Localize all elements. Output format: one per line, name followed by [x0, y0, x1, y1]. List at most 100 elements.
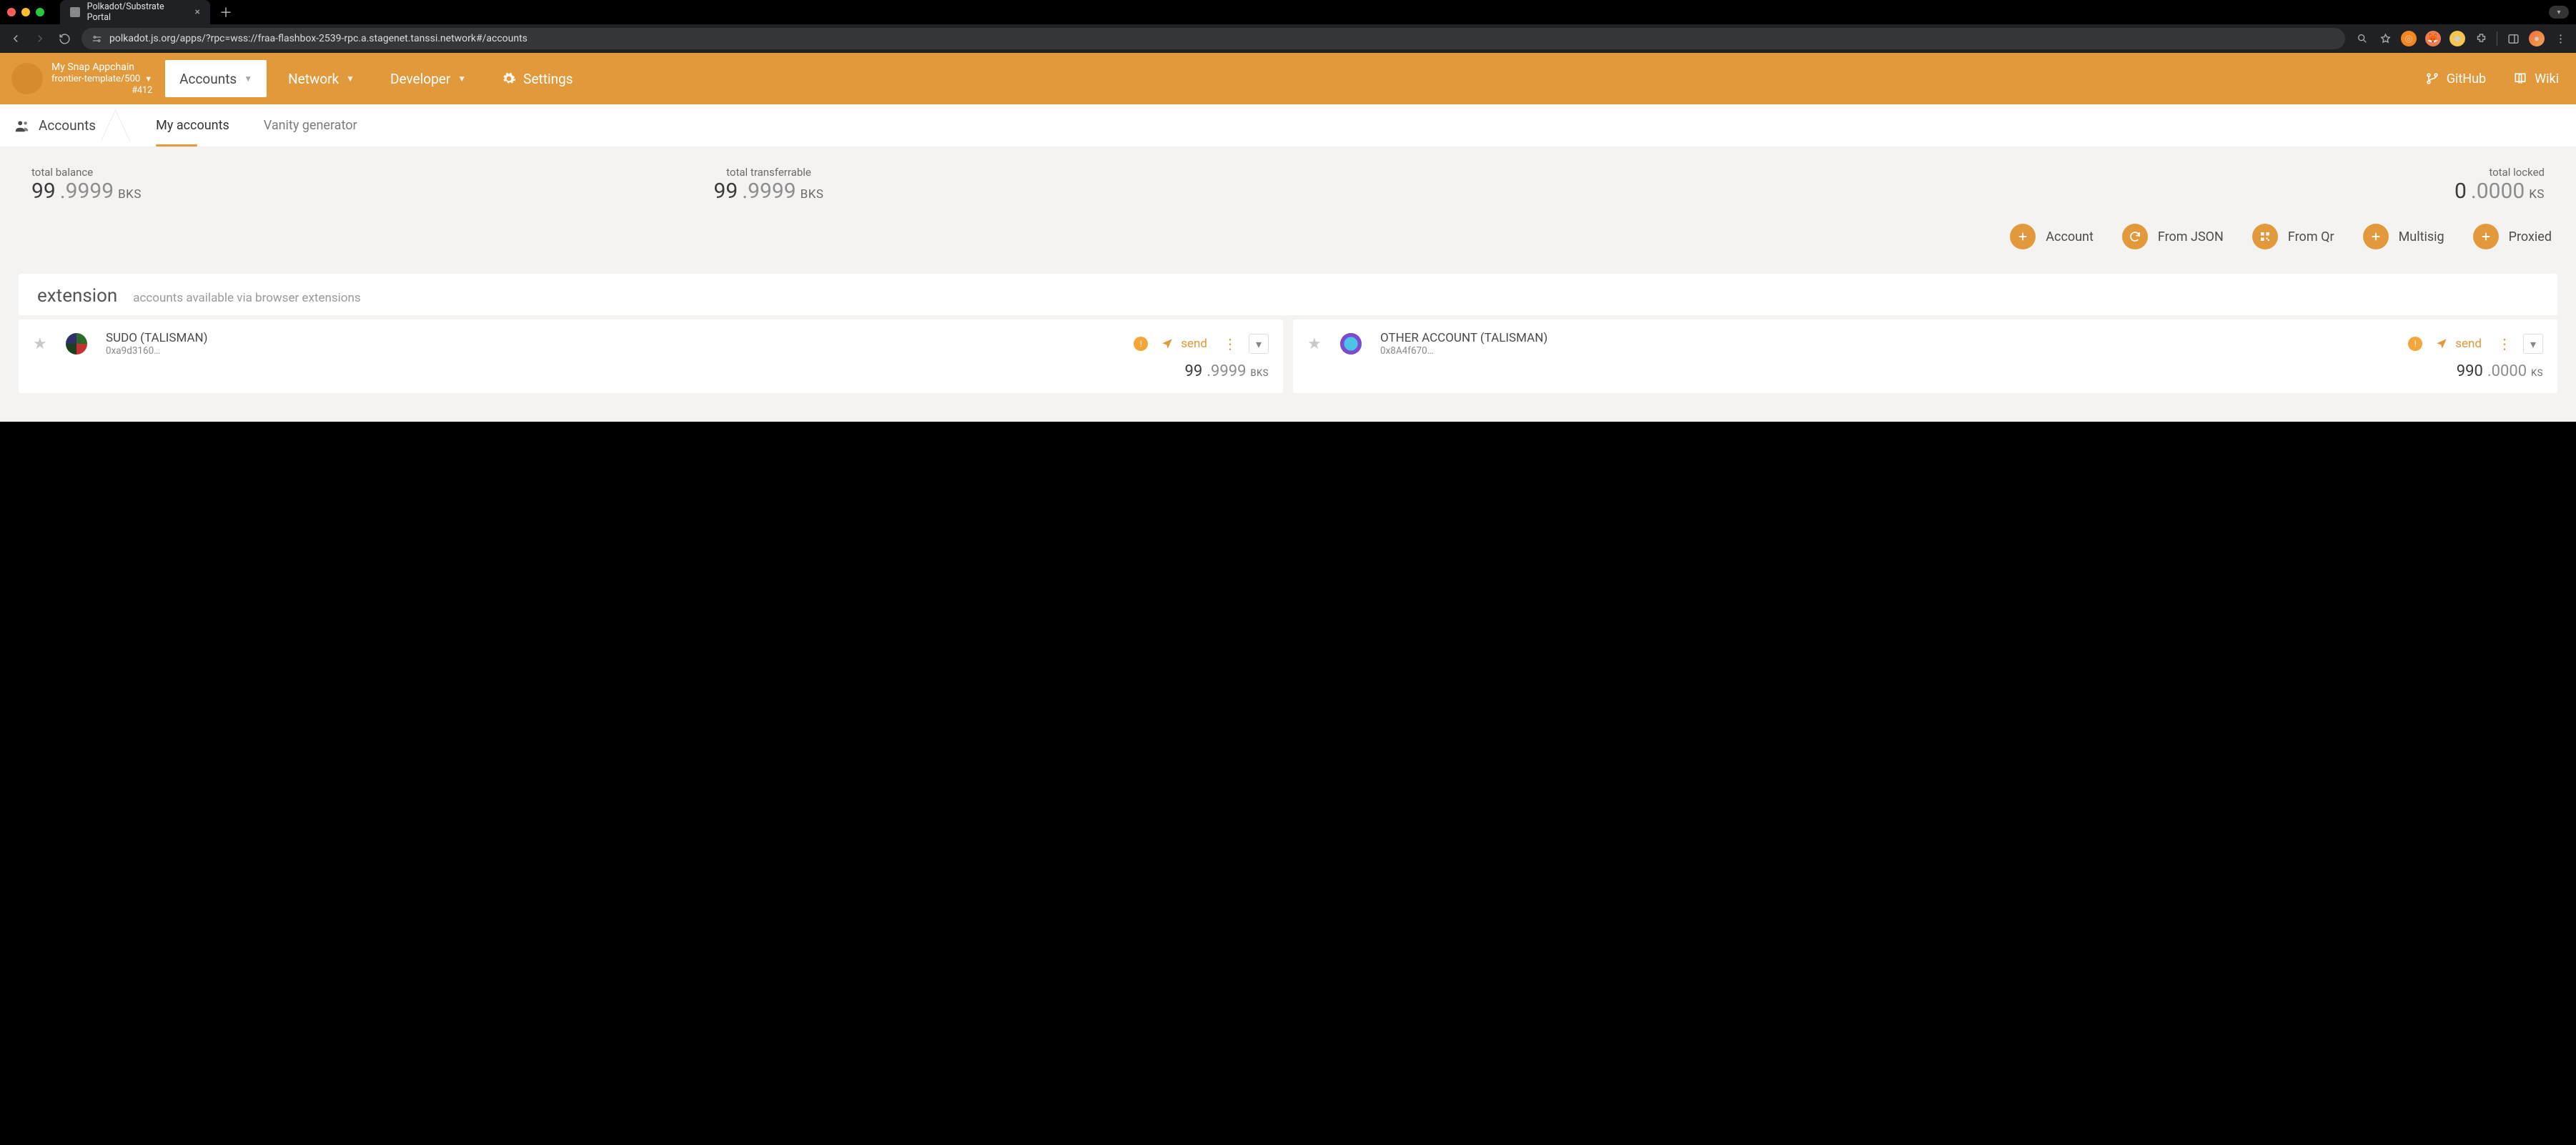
expand-toggle[interactable]: ▾ [2523, 334, 2543, 354]
site-controls-icon[interactable] [91, 34, 102, 44]
section-title: extension [37, 285, 117, 307]
new-tab-button[interactable]: ＋ [216, 3, 236, 21]
nav-back-icon[interactable] [9, 32, 23, 45]
browser-toolbar: polkadot.js.org/apps/?rpc=wss://fraa-fla… [0, 24, 2576, 53]
from-json-button[interactable]: From JSON [2122, 224, 2224, 249]
paper-plane-icon [1161, 337, 1174, 350]
tab-my-accounts[interactable]: My accounts [139, 104, 247, 147]
nav-reload-icon[interactable] [57, 33, 71, 45]
extension-icon-3[interactable]: ◆ [2449, 31, 2465, 46]
account-balance: 990.0000 KS [1307, 357, 2543, 380]
side-panel-icon[interactable] [2506, 33, 2520, 45]
summary-total-balance: total balance 99.9999 BKS [24, 166, 174, 204]
summary-total-transferrable: total transferrable 99.9999 BKS [174, 166, 1363, 204]
extension-icon-2[interactable]: 🦊 [2425, 31, 2441, 46]
warning-icon[interactable]: ! [2408, 337, 2422, 351]
favorite-star-icon[interactable]: ★ [1307, 335, 1332, 353]
chevron-down-icon: ▼ [457, 74, 466, 84]
account-card: ★ OTHER ACCOUNT (TALISMAN) 0x8A4f670… ! … [1293, 319, 2557, 393]
extension-icon-1[interactable]: ◎ [2401, 31, 2417, 46]
account-address[interactable]: 0xa9d3160… [106, 345, 1125, 357]
nav-network[interactable]: Network ▼ [274, 60, 369, 97]
account-name: OTHER ACCOUNT (TALISMAN) [1380, 331, 2399, 345]
profile-avatar-icon[interactable]: ● [2529, 31, 2545, 46]
nav-developer-label: Developer [390, 71, 450, 87]
account-card: ★ SUDO (TALISMAN) 0xa9d3160… ! send ⋮ ▾ … [19, 319, 1283, 393]
proxied-label: Proxied [2509, 229, 2552, 244]
nav-developer[interactable]: Developer ▼ [376, 60, 480, 97]
nav-accounts[interactable]: Accounts ▼ [165, 60, 267, 97]
bookmark-star-icon[interactable] [2378, 33, 2392, 45]
sync-icon [2122, 224, 2148, 249]
summary-transferrable-frac: .9999 [742, 179, 796, 204]
plus-icon [2363, 224, 2389, 249]
gear-icon [502, 71, 516, 86]
summary-locked-unit: KS [2529, 187, 2545, 202]
app-header: My Snap Appchain frontier-template/500 ▼… [0, 53, 2576, 104]
extensions-menu-icon[interactable] [2474, 33, 2488, 45]
more-menu-icon[interactable]: ⋮ [1220, 335, 1240, 352]
chevron-down-icon: ▼ [244, 74, 252, 84]
users-icon [14, 118, 30, 134]
browser-menu-icon[interactable] [2553, 33, 2567, 45]
address-bar[interactable]: polkadot.js.org/apps/?rpc=wss://fraa-fla… [81, 28, 2345, 49]
summary-locked-frac: .0000 [2471, 179, 2525, 204]
window-controls [7, 8, 44, 16]
chain-block: #412 [51, 85, 152, 96]
tabs-dropdown-button[interactable]: ▾ [2549, 6, 2569, 19]
tab-vanity-generator[interactable]: Vanity generator [247, 104, 375, 147]
summary-balance-label: total balance [31, 166, 93, 179]
nav-forward-icon[interactable] [33, 32, 47, 45]
expand-toggle[interactable]: ▾ [1249, 334, 1269, 354]
from-qr-button[interactable]: From Qr [2252, 224, 2334, 249]
summary-locked-whole: 0 [2454, 179, 2467, 204]
chevron-down-icon: ▼ [144, 74, 152, 84]
breadcrumb-label: Accounts [39, 117, 96, 134]
identicon[interactable] [1340, 333, 1362, 355]
tab-my-accounts-label: My accounts [156, 118, 229, 133]
window-minimize-dot[interactable] [21, 8, 30, 16]
add-account-label: Account [2046, 229, 2094, 244]
window-zoom-dot[interactable] [36, 8, 44, 16]
summary-balance-whole: 99 [31, 179, 56, 204]
from-json-label: From JSON [2158, 229, 2224, 244]
chain-template: frontier-template/500 [51, 74, 140, 85]
add-account-button[interactable]: Account [2010, 224, 2094, 249]
account-name: SUDO (TALISMAN) [106, 331, 1125, 345]
breadcrumb-root[interactable]: Accounts [14, 104, 139, 147]
account-address[interactable]: 0x8A4f670… [1380, 345, 2399, 357]
send-button[interactable]: send [1156, 337, 1212, 351]
github-link[interactable]: GitHub [2425, 71, 2486, 86]
identicon[interactable] [66, 333, 87, 355]
summary-transferrable-whole: 99 [714, 179, 738, 204]
summary-balance-unit: BKS [118, 187, 142, 202]
browser-tab-active[interactable]: Polkadot/Substrate Portal × [60, 0, 210, 24]
chain-selector[interactable]: My Snap Appchain frontier-template/500 ▼… [11, 61, 158, 95]
nav-settings[interactable]: Settings [487, 60, 587, 97]
proxied-button[interactable]: Proxied [2473, 224, 2552, 249]
chain-name: My Snap Appchain [51, 61, 152, 74]
warning-icon[interactable]: ! [1134, 337, 1148, 351]
wiki-label: Wiki [2535, 71, 2559, 86]
paper-plane-icon [2435, 337, 2448, 350]
account-balance: 99.9999 BKS [33, 357, 1269, 380]
wiki-link[interactable]: Wiki [2513, 71, 2559, 86]
send-button[interactable]: send [2431, 337, 2486, 351]
tab-title: Polkadot/Substrate Portal [87, 1, 188, 23]
window-close-dot[interactable] [7, 8, 16, 16]
zoom-icon[interactable] [2355, 33, 2369, 44]
qr-icon [2252, 224, 2278, 249]
github-label: GitHub [2447, 71, 2486, 86]
browser-tab-strip: Polkadot/Substrate Portal × ＋ ▾ [0, 0, 2576, 24]
tab-close-icon[interactable]: × [195, 7, 200, 17]
tab-favicon [70, 7, 80, 17]
send-label: send [2455, 337, 2482, 351]
subnav: Accounts My accounts Vanity generator [0, 104, 2576, 147]
more-menu-icon[interactable]: ⋮ [2495, 335, 2515, 352]
multisig-button[interactable]: Multisig [2363, 224, 2444, 249]
multisig-label: Multisig [2399, 229, 2444, 244]
favorite-star-icon[interactable]: ★ [33, 335, 57, 353]
chevron-down-icon: ▼ [346, 74, 355, 84]
chain-logo [11, 63, 43, 94]
url-text: polkadot.js.org/apps/?rpc=wss://fraa-fla… [109, 33, 527, 44]
